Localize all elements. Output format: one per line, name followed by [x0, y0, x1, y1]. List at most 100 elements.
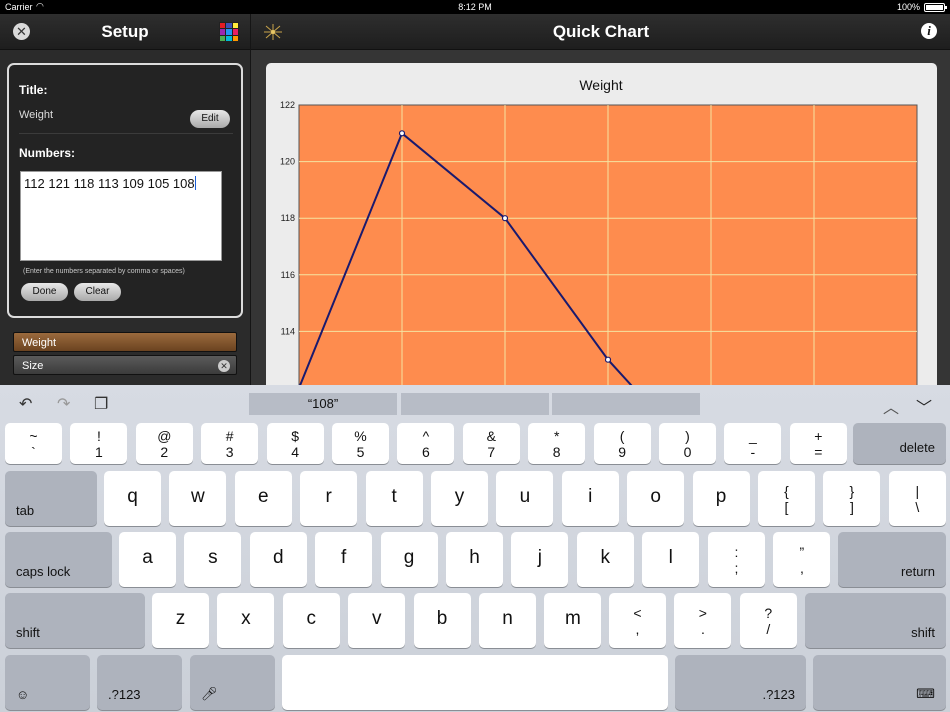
- edit-title-button[interactable]: Edit: [190, 110, 230, 128]
- suggestion-1[interactable]: “108”: [249, 393, 397, 415]
- key-1[interactable]: ! 1: [70, 423, 128, 464]
- numbers-key-right[interactable]: .?123: [675, 655, 806, 710]
- key-symbol[interactable]: | \: [888, 471, 946, 526]
- key-4[interactable]: $4: [266, 423, 324, 464]
- key-`[interactable]: ~ `: [5, 423, 62, 464]
- key-t[interactable]: t: [365, 471, 423, 526]
- color-palette-icon[interactable]: [219, 22, 239, 42]
- key-bottom-glyph: /: [766, 620, 771, 637]
- caps-lock-key[interactable]: caps lock: [5, 532, 112, 587]
- key-5[interactable]: % 5: [332, 423, 389, 464]
- key-d[interactable]: d: [249, 532, 307, 587]
- key-letter: x: [241, 608, 251, 629]
- key-7[interactable]: & 7: [462, 423, 520, 464]
- chevron-down-icon[interactable]: ﹀: [916, 394, 932, 418]
- key-3[interactable]: #3: [201, 423, 259, 464]
- key-symbol[interactable]: ”,: [773, 532, 831, 587]
- key-n[interactable]: n: [479, 593, 536, 648]
- key-letter: l: [668, 547, 673, 568]
- key-bottom-glyph: 7: [487, 443, 496, 460]
- key-top-glyph: ^: [422, 427, 430, 444]
- setup-panel: ✕ Setup Title: Weight Edit Numbers: 112 …: [0, 14, 250, 385]
- numbers-input[interactable]: 112 121 118 113 109 105 108: [20, 171, 222, 261]
- key-m[interactable]: m: [544, 593, 602, 648]
- key-letter: i: [588, 486, 593, 507]
- key-2[interactable]: @2: [135, 423, 193, 464]
- key-bottom-glyph: \: [915, 498, 920, 515]
- redo-icon[interactable]: ↷: [57, 394, 70, 414]
- key-b[interactable]: b: [413, 593, 471, 648]
- delete-chart-icon[interactable]: ✕: [218, 360, 230, 372]
- key-h[interactable]: h: [446, 532, 503, 587]
- key-symbol[interactable]: <,: [609, 593, 666, 648]
- key-j[interactable]: j: [511, 532, 569, 587]
- key-0[interactable]: ) 0: [659, 423, 716, 464]
- key-glyphs: >.: [674, 593, 731, 648]
- key-glyphs: _ -: [724, 423, 781, 464]
- key-bottom-glyph: 3: [225, 443, 234, 460]
- key-x[interactable]: x: [217, 593, 275, 648]
- key-k[interactable]: k: [576, 532, 634, 587]
- emoji-key[interactable]: ☺: [5, 655, 90, 710]
- done-button[interactable]: Done: [21, 283, 68, 301]
- suggestion-3[interactable]: [552, 393, 700, 415]
- key-symbol[interactable]: {[: [758, 471, 815, 526]
- chart-list-item-size[interactable]: Size ✕: [13, 355, 237, 375]
- key-glyphs: | \: [889, 471, 946, 526]
- hide-keyboard-key[interactable]: ⌨: [813, 655, 946, 710]
- palette-swatch: [220, 35, 226, 41]
- chart-card: Weight 114 116 118 120 122: [266, 63, 937, 385]
- key-q[interactable]: q: [104, 471, 161, 526]
- space-bar[interactable]: [282, 655, 668, 710]
- key-8[interactable]: * 8: [528, 423, 586, 464]
- key-u[interactable]: u: [496, 471, 554, 526]
- title-label: Title:: [19, 83, 48, 97]
- key-top-glyph: +: [814, 427, 823, 444]
- suggestion-2[interactable]: [401, 393, 549, 415]
- key-symbol[interactable]: >.: [674, 593, 732, 648]
- key-a[interactable]: a: [119, 532, 176, 587]
- key-g[interactable]: g: [380, 532, 438, 587]
- shift-left-key[interactable]: shift: [5, 593, 145, 648]
- key-bottom-glyph: 0: [683, 443, 692, 460]
- key-glyphs: }]: [823, 471, 880, 526]
- key-e[interactable]: e: [234, 471, 292, 526]
- chart-list-item-weight[interactable]: Weight: [13, 332, 237, 352]
- return-key[interactable]: return: [838, 532, 946, 587]
- key-z[interactable]: z: [152, 593, 209, 648]
- chevron-up-icon[interactable]: ︿: [883, 394, 899, 418]
- key-c[interactable]: c: [282, 593, 340, 648]
- key-v[interactable]: v: [348, 593, 406, 648]
- numbers-key-left[interactable]: .?123: [97, 655, 182, 710]
- key-9[interactable]: (9: [593, 423, 651, 464]
- key-s[interactable]: s: [184, 532, 242, 587]
- info-icon[interactable]: i: [921, 23, 937, 39]
- undo-icon[interactable]: ↶: [19, 394, 32, 414]
- key-top-glyph: (: [619, 427, 625, 444]
- key--[interactable]: _ -: [724, 423, 782, 464]
- key-symbol[interactable]: }]: [823, 471, 881, 526]
- delete-key[interactable]: delete: [853, 423, 946, 464]
- key-top-glyph: :: [734, 543, 739, 560]
- key-r[interactable]: r: [300, 471, 358, 526]
- key-symbol[interactable]: ? /: [739, 593, 797, 648]
- key-y[interactable]: y: [431, 471, 488, 526]
- key-p[interactable]: p: [692, 471, 750, 526]
- key-top-glyph: @: [157, 427, 172, 444]
- key-i[interactable]: i: [561, 471, 619, 526]
- shift-right-key[interactable]: shift: [805, 593, 946, 648]
- key-letter: p: [715, 486, 727, 507]
- key-6[interactable]: ^ 6: [397, 423, 455, 464]
- key-l[interactable]: l: [642, 532, 700, 587]
- paste-icon[interactable]: ❐: [94, 394, 108, 414]
- numbers-key-label: .?123: [108, 687, 141, 702]
- clear-button[interactable]: Clear: [74, 283, 121, 301]
- key-top-glyph: ): [685, 427, 690, 444]
- key-f[interactable]: f: [315, 532, 373, 587]
- key-symbol[interactable]: :;: [708, 532, 765, 587]
- tab-key[interactable]: tab: [5, 471, 97, 526]
- key-=[interactable]: + =: [789, 423, 847, 464]
- dictation-key[interactable]: 🎤︎: [190, 655, 275, 710]
- key-o[interactable]: o: [627, 471, 685, 526]
- key-w[interactable]: w: [169, 471, 227, 526]
